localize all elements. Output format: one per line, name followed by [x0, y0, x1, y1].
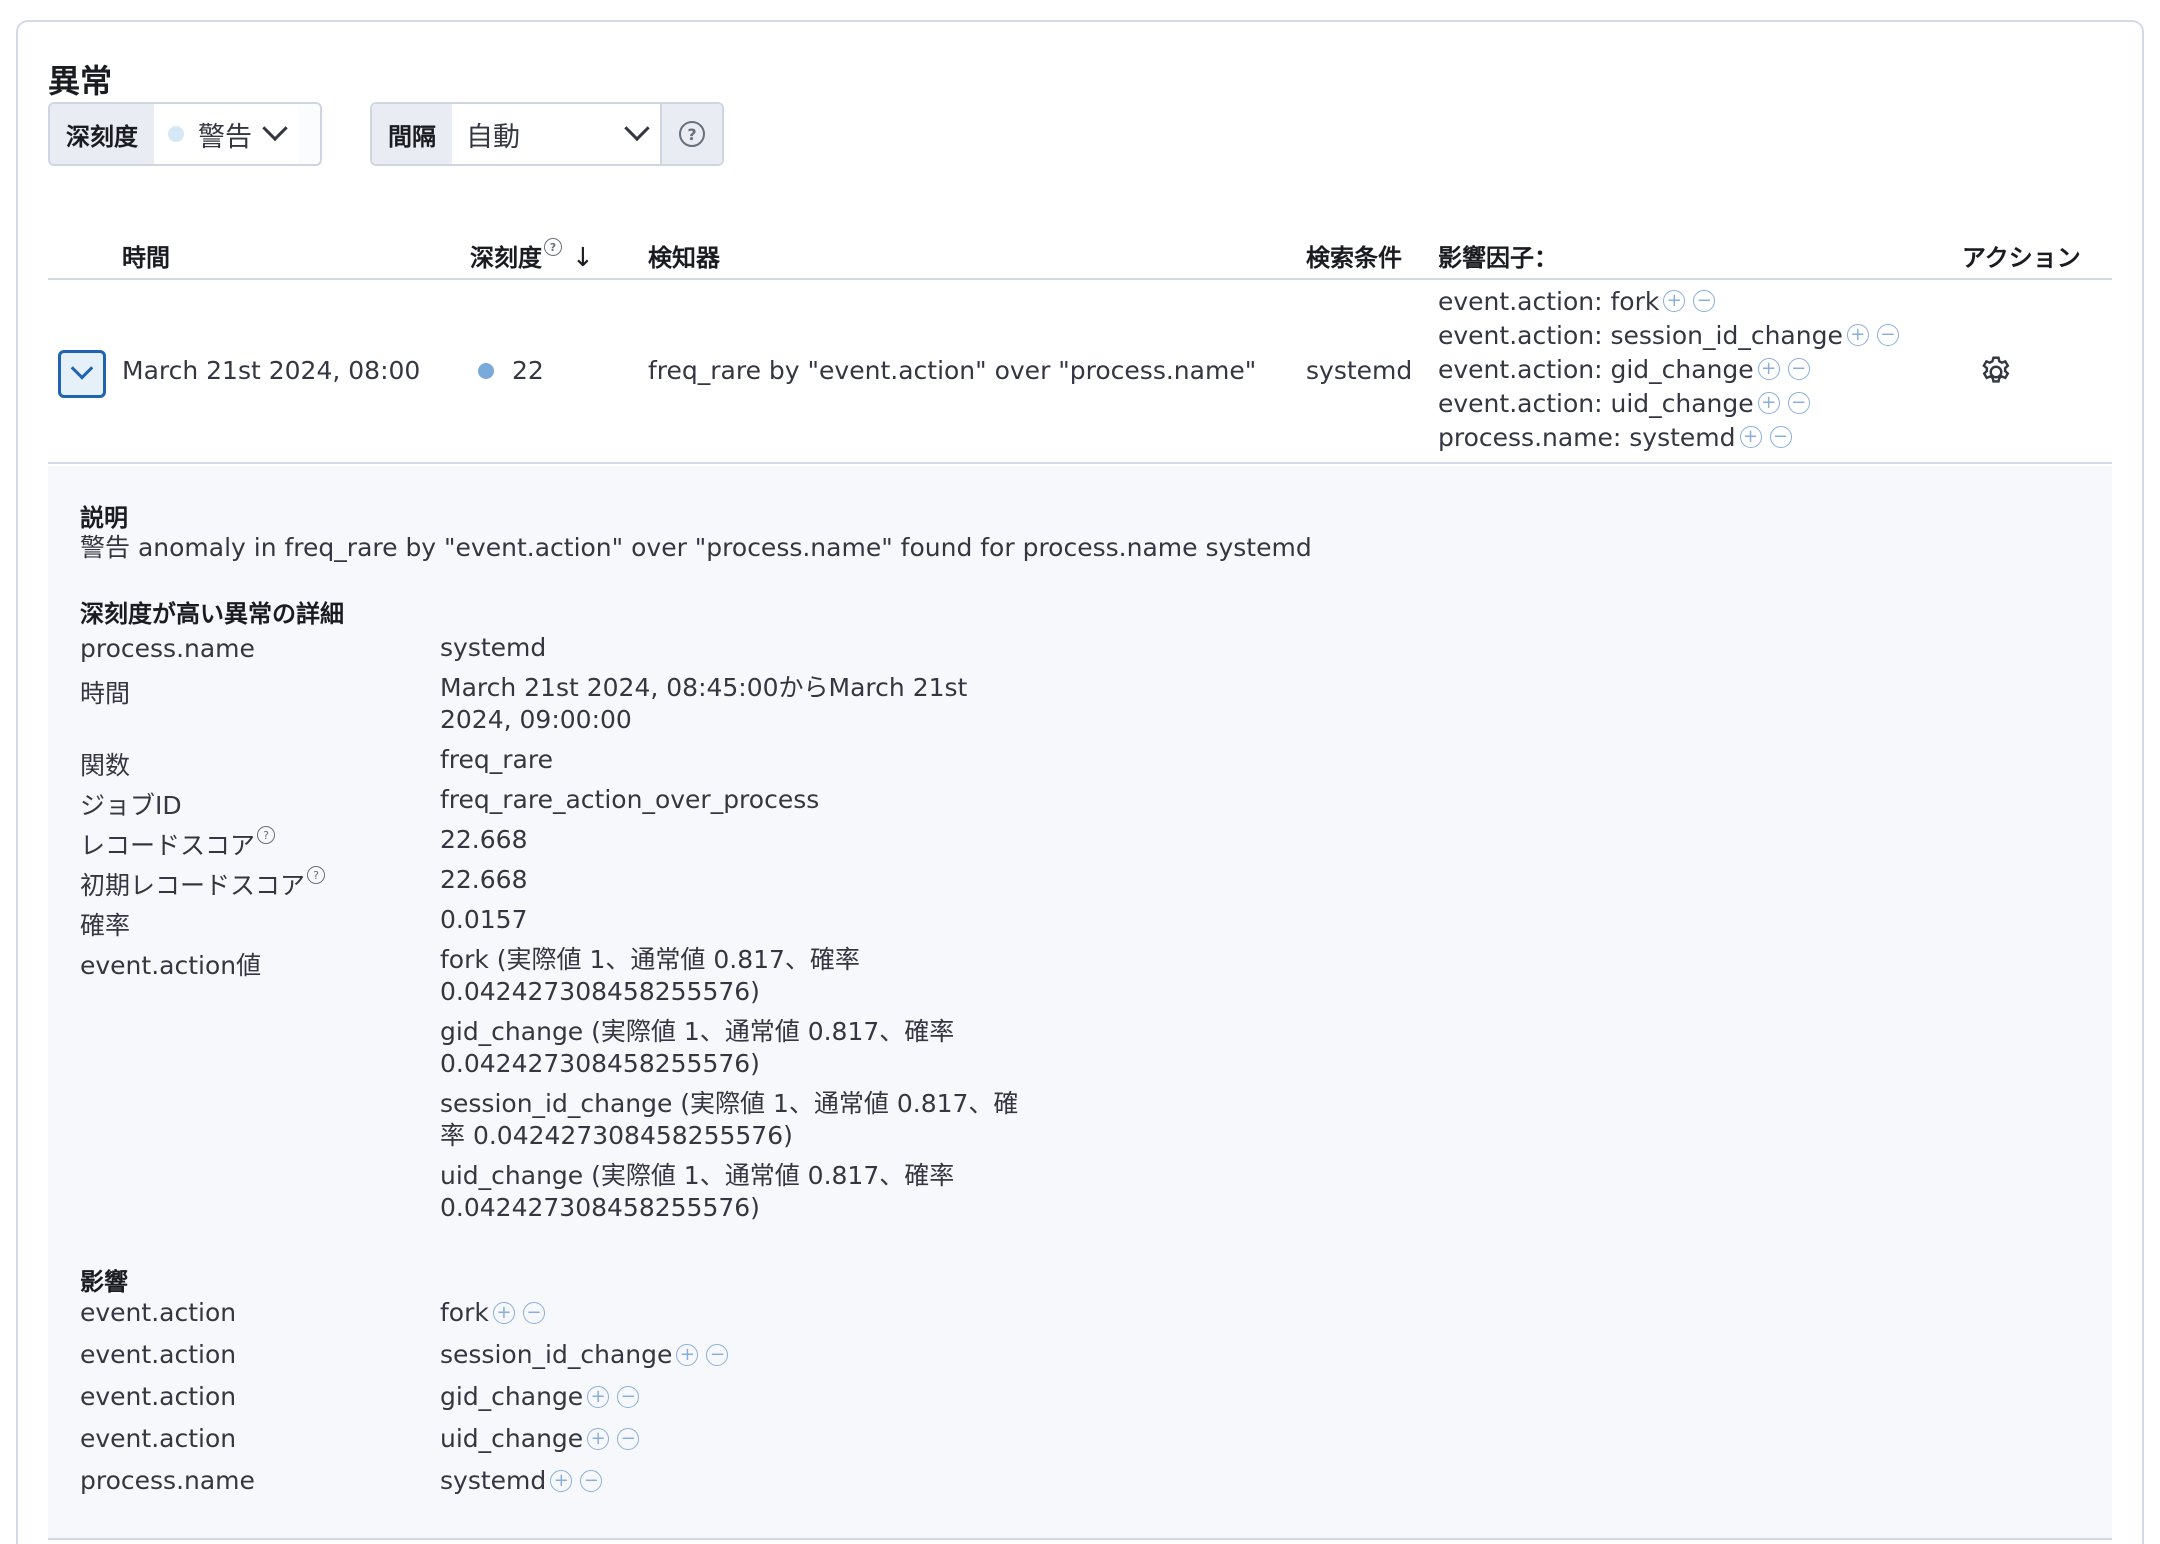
sort-descending-icon: ↓ [572, 243, 594, 273]
influencer-value: fork + − [440, 1298, 545, 1327]
field-label: process.name [80, 634, 255, 663]
chevron-down-icon [70, 357, 94, 380]
add-filter-icon[interactable]: + [1757, 392, 1780, 414]
column-header-detector: 検知器 [648, 244, 720, 272]
remove-filter-icon[interactable]: − [1693, 290, 1716, 312]
description-text: 警告 anomaly in freq_rare by "event.action… [80, 533, 1312, 562]
interval-label: 間隔 [372, 104, 452, 164]
interval-value: 自動 [466, 121, 520, 153]
influencer-item: event.action: uid_change + − [1438, 386, 1899, 420]
field-value: March 21st 2024, 08:45:00からMarch 21st 20… [440, 673, 968, 734]
collapse-row-button[interactable] [58, 350, 106, 398]
field-value: 22.668 [440, 865, 528, 894]
add-filter-icon[interactable]: + [587, 1427, 610, 1450]
add-filter-icon[interactable]: + [676, 1343, 699, 1366]
severity-label: 深刻度 [50, 104, 154, 164]
field-value: systemd [440, 633, 547, 662]
field-value: fork (実際値 1、通常値 0.817、確率 0.0424273084582… [440, 945, 860, 1006]
column-header-influencers: 影響因子： [1438, 244, 1558, 272]
field-label: 関数 [80, 751, 131, 780]
remove-filter-icon[interactable]: − [617, 1385, 640, 1408]
anomaly-details: 説明 警告 anomaly in freq_rare by "event.act… [48, 466, 2112, 1540]
help-icon: ? [544, 238, 562, 256]
add-filter-icon[interactable]: + [550, 1469, 573, 1492]
field-value: 22.668 [440, 825, 528, 854]
help-icon: ? [257, 826, 276, 844]
add-filter-icon[interactable]: + [1757, 358, 1780, 380]
field-value: uid_change (実際値 1、通常値 0.817、確率 0.0424273… [440, 1161, 955, 1222]
influencers-title: 影響 [80, 1268, 128, 1296]
add-filter-icon[interactable]: + [1739, 426, 1762, 448]
field-label: event.action値 [80, 951, 262, 980]
row-found-for: systemd [1306, 356, 1413, 385]
severity-threshold-select[interactable]: 深刻度 警告 [48, 102, 322, 166]
table-row: March 21st 2024, 08:00 22 freq_rare by "… [48, 282, 2112, 464]
remove-filter-icon[interactable]: − [617, 1427, 640, 1450]
gear-icon[interactable] [1978, 354, 2014, 390]
influencer-item: event.action: session_id_change + − [1438, 318, 1899, 352]
remove-filter-icon[interactable]: − [580, 1469, 603, 1492]
influencer-item: event.action: fork + − [1438, 284, 1899, 318]
column-header-actions: アクション [1962, 244, 2081, 272]
row-severity: 22 [478, 356, 544, 385]
add-filter-icon[interactable]: + [492, 1301, 515, 1324]
chevron-down-icon [262, 115, 288, 142]
influencer-value: session_id_change + − [440, 1340, 729, 1369]
page-title: 異常 [48, 62, 113, 100]
field-value: gid_change (実際値 1、通常値 0.817、確率 0.0424273… [440, 1017, 955, 1078]
remove-filter-icon[interactable]: − [522, 1301, 545, 1324]
remove-filter-icon[interactable]: − [1787, 358, 1810, 380]
field-value: freq_rare [440, 745, 553, 774]
help-icon: ? [679, 121, 705, 147]
row-influencers: event.action: fork + − event.action: sessi… [1438, 284, 1899, 454]
severity-value: 警告 [198, 121, 252, 153]
interval-help-button[interactable]: ? [660, 104, 722, 164]
field-label: 時間 [80, 679, 131, 708]
influencer-value: gid_change + − [440, 1382, 640, 1411]
field-label: 初期レコードスコア? [80, 866, 326, 902]
influencer-field: event.action [80, 1382, 237, 1411]
chevron-down-icon [624, 115, 650, 142]
column-header-found-for: 検索条件 [1306, 244, 1402, 272]
row-detector: freq_rare by "event.action" over "proces… [648, 356, 1257, 385]
field-label: 確率 [80, 911, 131, 940]
add-filter-icon[interactable]: + [1663, 290, 1686, 312]
influencer-field: process.name [80, 1466, 255, 1495]
add-filter-icon[interactable]: + [1846, 324, 1869, 346]
field-label: ジョブID [80, 791, 182, 820]
influencer-field: event.action [80, 1424, 237, 1453]
remove-filter-icon[interactable]: − [1769, 426, 1792, 448]
influencer-item: process.name: systemd + − [1438, 420, 1899, 454]
field-label: レコードスコア? [80, 826, 276, 862]
influencer-item: event.action: gid_change + − [1438, 352, 1899, 386]
severity-dot-icon [478, 362, 494, 379]
field-value: 0.0157 [440, 905, 528, 934]
column-header-severity[interactable]: 深刻度? ↓ [470, 238, 594, 273]
field-value: freq_rare_action_over_process [440, 785, 820, 814]
severity-dot-icon [168, 126, 184, 142]
anomaly-details-title: 深刻度が高い異常の詳細 [80, 600, 344, 628]
column-header-time[interactable]: 時間 [122, 238, 170, 273]
field-value: session_id_change (実際値 1、通常値 0.817、確率 0.… [440, 1089, 1019, 1150]
table-header: 時間 深刻度? ↓ 検知器 検索条件 影響因子： アクション [48, 228, 2112, 280]
remove-filter-icon[interactable]: − [706, 1343, 729, 1366]
influencer-field: event.action [80, 1298, 237, 1327]
remove-filter-icon[interactable]: − [1876, 324, 1899, 346]
influencer-field: event.action [80, 1340, 237, 1369]
add-filter-icon[interactable]: + [587, 1385, 610, 1408]
influencer-value: uid_change + − [440, 1424, 640, 1453]
influencer-value: systemd + − [440, 1466, 603, 1495]
remove-filter-icon[interactable]: − [1787, 392, 1810, 414]
interval-select[interactable]: 間隔 自動 ? [370, 102, 724, 166]
help-icon: ? [307, 866, 326, 884]
row-time: March 21st 2024, 08:00 [122, 356, 421, 385]
